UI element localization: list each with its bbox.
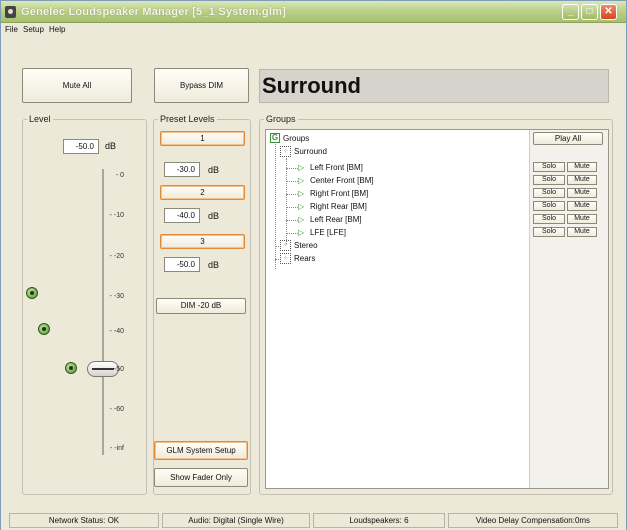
menu-file[interactable]: File bbox=[5, 25, 18, 34]
solo-button[interactable]: Solo bbox=[533, 201, 565, 211]
level-unit: dB bbox=[105, 141, 117, 151]
groups-label: Groups bbox=[264, 114, 298, 124]
status-bar: Network Status: OK Audio: Digital (Singl… bbox=[1, 510, 626, 530]
app-icon bbox=[5, 6, 16, 18]
speaker-label: Left Rear [BM] bbox=[310, 215, 362, 224]
solo-button[interactable]: Solo bbox=[533, 162, 565, 172]
preset-1-value[interactable]: -30.0 bbox=[164, 162, 200, 177]
speaker-icon: ▷ bbox=[298, 202, 305, 211]
solo-button[interactable]: Solo bbox=[533, 175, 565, 185]
speaker-marker-icon bbox=[26, 287, 38, 299]
tree-connector bbox=[286, 207, 298, 208]
tree-connector bbox=[286, 220, 298, 221]
preset-1-unit: dB bbox=[208, 165, 220, 175]
page-title: Surround bbox=[262, 73, 361, 98]
tree-root-label: Groups bbox=[283, 134, 310, 143]
group-label: Stereo bbox=[294, 241, 318, 250]
tick-label: - -40 bbox=[109, 328, 124, 335]
audio-status: Audio: Digital (Single Wire) bbox=[162, 513, 310, 528]
solo-button[interactable]: Solo bbox=[533, 214, 565, 224]
tree-connector bbox=[275, 144, 276, 269]
speaker-icon: ▷ bbox=[298, 176, 305, 185]
groups-root-icon: G bbox=[270, 133, 280, 143]
group-label: Rears bbox=[294, 254, 316, 263]
speaker-icon: ▷ bbox=[298, 163, 305, 172]
level-group: Level bbox=[22, 114, 147, 495]
mute-button[interactable]: Mute bbox=[567, 227, 597, 237]
close-icon[interactable]: ✕ bbox=[600, 4, 617, 20]
tick-label: - -10 bbox=[109, 212, 124, 219]
group-label: Surround bbox=[294, 147, 327, 156]
speaker-icon: ▷ bbox=[298, 228, 305, 237]
mute-button[interactable]: Mute bbox=[567, 214, 597, 224]
loudspeakers-status: Loudspeakers: 6 bbox=[313, 513, 445, 528]
tree-connector bbox=[286, 181, 298, 182]
menu-setup[interactable]: Setup bbox=[23, 25, 44, 34]
mute-button[interactable]: Mute bbox=[567, 162, 597, 172]
tick-label: - -50 bbox=[109, 366, 124, 373]
group-icon: ⁘ bbox=[280, 240, 291, 251]
bypass-dim-button[interactable]: Bypass DIM bbox=[154, 68, 249, 103]
mute-button[interactable]: Mute bbox=[567, 201, 597, 211]
tick-label: - -inf bbox=[110, 445, 124, 452]
solo-button[interactable]: Solo bbox=[533, 188, 565, 198]
speaker-label: Right Rear [BM] bbox=[310, 202, 367, 211]
menu-bar: File Setup Help bbox=[1, 23, 626, 37]
group-icon: ⁘ bbox=[280, 146, 291, 157]
level-label: Level bbox=[27, 114, 53, 124]
show-fader-only-button[interactable]: Show Fader Only bbox=[154, 468, 248, 487]
tick-label: - -20 bbox=[109, 253, 124, 260]
preset-3-button[interactable]: 3 bbox=[160, 234, 245, 249]
glm-system-setup-button[interactable]: GLM System Setup bbox=[154, 441, 248, 460]
minimize-icon[interactable]: _ bbox=[562, 4, 579, 20]
preset-2-unit: dB bbox=[208, 211, 220, 221]
level-value-field[interactable]: -50.0 bbox=[63, 139, 99, 154]
video-delay-status: Video Delay Compensation:0ms bbox=[448, 513, 618, 528]
groups-tree: G Groups ⁘ Surround ▷ Left Front [BM] ▷ … bbox=[266, 130, 530, 488]
network-status: Network Status: OK bbox=[9, 513, 159, 528]
tick-label: - -60 bbox=[109, 406, 124, 413]
preset-1-button[interactable]: 1 bbox=[160, 131, 245, 146]
menu-help[interactable]: Help bbox=[49, 25, 65, 34]
speaker-marker-icon bbox=[65, 362, 77, 374]
mute-all-button[interactable]: Mute All bbox=[22, 68, 132, 103]
speaker-label: Right Front [BM] bbox=[310, 189, 369, 198]
preset-3-value[interactable]: -50.0 bbox=[164, 257, 200, 272]
speaker-marker-icon bbox=[38, 323, 50, 335]
preset-levels-label: Preset Levels bbox=[158, 114, 217, 124]
preset-3-unit: dB bbox=[208, 260, 220, 270]
play-all-button[interactable]: Play All bbox=[533, 132, 603, 145]
speaker-label: Center Front [BM] bbox=[310, 176, 374, 185]
app-window: Genelec Loudspeaker Manager [5_1 System.… bbox=[0, 0, 627, 530]
solo-button[interactable]: Solo bbox=[533, 227, 565, 237]
tree-connector bbox=[286, 168, 298, 169]
tree-connector bbox=[286, 158, 287, 244]
speaker-icon: ▷ bbox=[298, 189, 305, 198]
tick-label: - 0 bbox=[115, 172, 124, 179]
window-title: Genelec Loudspeaker Manager [5_1 System.… bbox=[21, 6, 286, 18]
group-icon: ⁘ bbox=[280, 253, 291, 264]
preset-2-button[interactable]: 2 bbox=[160, 185, 245, 200]
tree-connector bbox=[286, 194, 298, 195]
title-bar[interactable]: Genelec Loudspeaker Manager [5_1 System.… bbox=[1, 1, 626, 23]
maximize-icon[interactable]: □ bbox=[581, 4, 598, 20]
preset-2-value[interactable]: -40.0 bbox=[164, 208, 200, 223]
mute-button[interactable]: Mute bbox=[567, 175, 597, 185]
speaker-label: Left Front [BM] bbox=[310, 163, 363, 172]
mute-button[interactable]: Mute bbox=[567, 188, 597, 198]
tree-connector bbox=[286, 233, 298, 234]
speaker-icon: ▷ bbox=[298, 215, 305, 224]
tick-label: - -30 bbox=[109, 293, 124, 300]
header-panel: Surround bbox=[259, 69, 609, 103]
dim-button[interactable]: DIM -20 dB bbox=[156, 298, 246, 314]
speaker-label: LFE [LFE] bbox=[310, 228, 347, 237]
